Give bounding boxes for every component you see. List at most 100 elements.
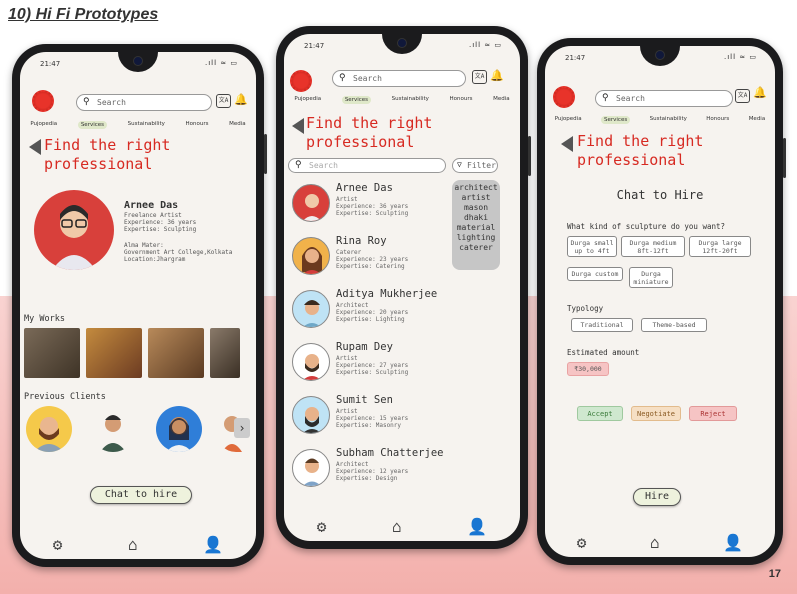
- work-image[interactable]: [210, 328, 240, 378]
- option-durga-small[interactable]: Durga small up to 4ft: [567, 236, 617, 257]
- top-nav: Pujopedia Services Sustainability Honour…: [20, 121, 256, 129]
- list-screen: 21:47 .ıll ≈ ▭ ⚲ Search 文A 🔔 Pujopedia S…: [284, 34, 520, 541]
- filter-option[interactable]: artist: [452, 193, 500, 203]
- bell-icon[interactable]: 🔔: [490, 69, 504, 82]
- nav-sustainability[interactable]: Sustainability: [128, 121, 165, 129]
- option-durga-custom[interactable]: Durga custom: [567, 267, 623, 281]
- home-icon[interactable]: ⌂: [392, 517, 402, 536]
- status-time: 21:47: [565, 54, 586, 62]
- filter-option[interactable]: architect: [452, 183, 500, 193]
- list-item[interactable]: Sumit Sen Artist Experience: 15 years Expe…: [284, 394, 449, 442]
- nav-pujopedia[interactable]: Pujopedia: [294, 96, 321, 104]
- translate-icon[interactable]: 文A: [216, 94, 231, 108]
- back-arrow-icon[interactable]: [561, 136, 573, 152]
- person-avatar: [292, 343, 330, 381]
- list-item[interactable]: Arnee Das Artist Experience: 36 years Expe…: [284, 182, 449, 230]
- option-durga-medium[interactable]: Durga medium 8ft-12ft: [621, 236, 685, 257]
- user-icon[interactable]: 👤: [203, 535, 223, 554]
- estimated-amount-label: Estimated amount: [567, 348, 640, 357]
- reject-button[interactable]: Reject: [689, 406, 737, 421]
- phone-chat: 21:47 .ıll ≈ ▭ ⚲ Search 文A 🔔 Pujopedia S…: [537, 38, 786, 565]
- nav-honours[interactable]: Honours: [450, 96, 473, 104]
- user-icon[interactable]: 👤: [467, 517, 487, 536]
- person-experience: Experience: 12 years: [336, 468, 409, 475]
- nav-services[interactable]: Services: [77, 121, 108, 129]
- page-title-line1: Find the right: [577, 132, 704, 150]
- search-input[interactable]: ⚲ Search: [595, 90, 733, 107]
- volume-button: [783, 138, 786, 178]
- filter-option[interactable]: mason: [452, 203, 500, 213]
- phone-profile: 21:47 .ıll ≈ ▭ ⚲ Search 文A 🔔 Pujopedia S…: [12, 44, 267, 567]
- translate-icon[interactable]: 文A: [735, 89, 750, 103]
- chat-to-hire-button[interactable]: Chat to hire: [90, 486, 192, 504]
- negotiate-button[interactable]: Negotiate: [631, 406, 681, 421]
- nav-pujopedia[interactable]: Pujopedia: [555, 116, 582, 124]
- gear-icon[interactable]: ⚙: [317, 517, 327, 536]
- person-role: Artist: [336, 408, 358, 415]
- filter-option[interactable]: material: [452, 223, 500, 233]
- filter-option[interactable]: lighting: [452, 233, 500, 243]
- list-item[interactable]: Rupam Dey Artist Experience: 27 years Expe…: [284, 341, 449, 389]
- work-image[interactable]: [148, 328, 204, 378]
- work-image[interactable]: [24, 328, 80, 378]
- option-durga-miniature[interactable]: Durga miniature: [629, 267, 673, 288]
- nav-honours[interactable]: Honours: [186, 121, 209, 129]
- nav-pujopedia[interactable]: Pujopedia: [30, 121, 57, 129]
- list-item[interactable]: Subham Chatterjee Architect Experience: 1…: [284, 447, 514, 495]
- back-arrow-icon[interactable]: [29, 139, 41, 155]
- filter-icon: ▽: [457, 160, 462, 169]
- person-role: Artist: [336, 196, 358, 203]
- work-image[interactable]: [86, 328, 142, 378]
- nav-media[interactable]: Media: [229, 121, 246, 129]
- home-icon[interactable]: ⌂: [128, 535, 138, 554]
- person-experience: Experience: 15 years: [336, 415, 409, 422]
- option-durga-large[interactable]: Durga large 12ft-20ft: [689, 236, 751, 257]
- filter-option[interactable]: caterer: [452, 243, 500, 253]
- app-logo[interactable]: [32, 90, 54, 112]
- search-input[interactable]: ⚲ Search: [76, 94, 212, 111]
- filter-button[interactable]: ▽ Filter: [452, 158, 498, 173]
- bottom-tab-bar: ⚙ ⌂ 👤: [545, 527, 775, 557]
- person-details: Architect Experience: 12 years Expertise: …: [336, 461, 408, 482]
- hire-button[interactable]: Hire: [633, 488, 681, 506]
- back-arrow-icon[interactable]: [292, 118, 304, 134]
- person-details: Artist Experience: 36 years Expertise: Scu…: [336, 196, 408, 217]
- app-logo[interactable]: [290, 70, 312, 92]
- chevron-right-icon[interactable]: ›: [234, 418, 250, 438]
- status-time: 21:47: [40, 60, 61, 68]
- gear-icon[interactable]: ⚙: [53, 535, 63, 554]
- client-avatar[interactable]: [156, 406, 202, 452]
- accept-button[interactable]: Accept: [577, 406, 623, 421]
- home-icon[interactable]: ⌂: [650, 533, 660, 552]
- filter-dropdown: architect artist mason dhaki material li…: [452, 180, 500, 270]
- nav-media[interactable]: Media: [493, 96, 510, 104]
- bell-icon[interactable]: 🔔: [234, 93, 248, 106]
- person-avatar: [292, 184, 330, 222]
- client-avatar[interactable]: [90, 406, 136, 452]
- option-theme-based[interactable]: Theme-based: [641, 318, 707, 332]
- bell-icon[interactable]: 🔔: [753, 86, 767, 99]
- option-traditional[interactable]: Traditional: [571, 318, 633, 332]
- nav-services[interactable]: Services: [341, 96, 372, 104]
- search-icon: ⚲: [602, 93, 609, 103]
- user-icon[interactable]: 👤: [723, 533, 743, 552]
- nav-sustainability[interactable]: Sustainability: [650, 116, 687, 124]
- nav-services[interactable]: Services: [601, 116, 631, 124]
- list-item[interactable]: Rina Roy Caterer Experience: 23 years Expe…: [284, 235, 449, 283]
- volume-button: [264, 134, 267, 174]
- top-nav: Pujopedia Services Sustainability Honour…: [545, 116, 775, 124]
- page-title-line2: professional: [306, 133, 415, 151]
- nav-sustainability[interactable]: Sustainability: [392, 96, 429, 104]
- list-item[interactable]: Aditya Mukherjee Architect Experience: 20…: [284, 288, 449, 336]
- translate-icon[interactable]: 文A: [472, 70, 487, 84]
- page-title: Find the right professional: [577, 132, 703, 170]
- filter-option[interactable]: dhaki: [452, 213, 500, 223]
- nav-honours[interactable]: Honours: [706, 116, 729, 124]
- person-name: Sumit Sen: [336, 394, 393, 406]
- search-input[interactable]: ⚲ Search: [332, 70, 466, 87]
- gear-icon[interactable]: ⚙: [577, 533, 587, 552]
- list-search-input[interactable]: ⚲ Search: [288, 158, 446, 173]
- nav-media[interactable]: Media: [749, 116, 766, 124]
- client-avatar[interactable]: [26, 406, 72, 452]
- app-logo[interactable]: [553, 86, 575, 108]
